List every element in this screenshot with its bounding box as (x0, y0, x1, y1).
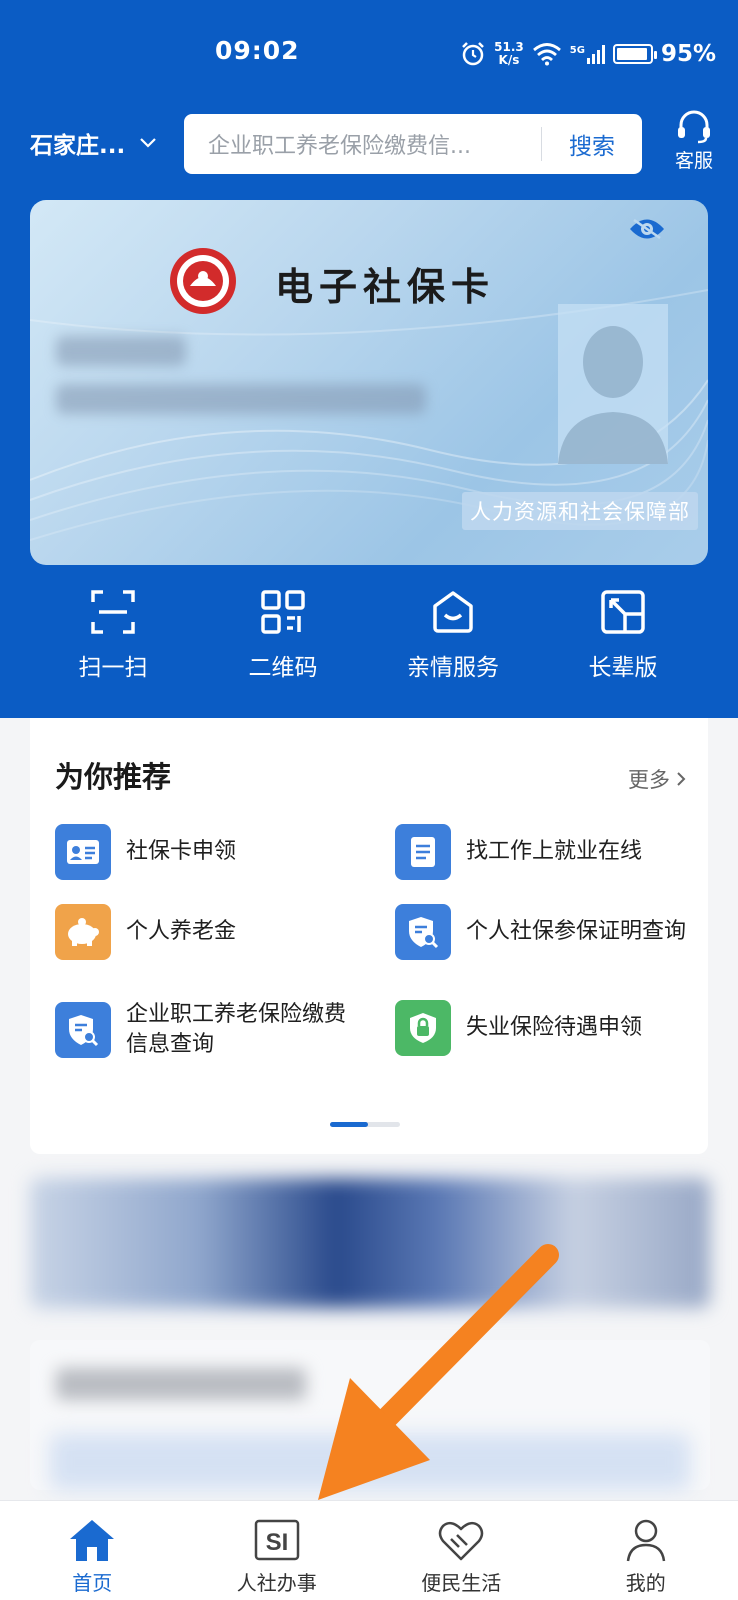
status-bar: 09:02 51.3 K/s 5G 95% (0, 0, 738, 100)
recommend-item-label: 企业职工养老保险缴费信息查询 (126, 1002, 347, 1057)
search-bar[interactable]: 企业职工养老保险缴费信... 搜索 (184, 114, 642, 174)
scan-icon (91, 590, 135, 634)
net-speed: 51.3 K/s (494, 41, 524, 67)
eye-icon[interactable] (628, 216, 666, 242)
promo-banner[interactable] (30, 1178, 710, 1308)
quick-action-scan[interactable]: 扫一扫 (28, 588, 198, 698)
tab-home[interactable]: 首页 (0, 1501, 185, 1600)
quick-actions: 扫一扫 二维码 亲情服务 长辈版 (0, 588, 738, 698)
status-indicators: 51.3 K/s 5G 95% (460, 36, 716, 72)
news-title-blur (56, 1368, 306, 1400)
quick-action-family-service[interactable]: 亲情服务 (368, 588, 538, 698)
tab-hr-services[interactable]: SI 人社办事 (185, 1501, 370, 1600)
tab-mine[interactable]: 我的 (554, 1501, 738, 1600)
recommend-more-link[interactable]: 更多 (628, 764, 686, 794)
quick-action-qrcode[interactable]: 二维码 (198, 588, 368, 698)
bottom-tab-bar: 首页 SI 人社办事 便民生活 我的 (0, 1500, 738, 1600)
home-icon (70, 1520, 115, 1561)
recommend-item[interactable]: 失业保险待遇申领 (395, 1000, 696, 1056)
customer-service-label: 客服 (674, 150, 713, 172)
recommend-item-label: 找工作上就业在线 (466, 839, 643, 864)
status-time: 09:02 (215, 36, 300, 65)
recommend-title: 为你推荐 (55, 760, 172, 794)
battery-icon (612, 44, 657, 64)
chevron-down-icon (140, 138, 156, 148)
recommend-panel: 为你推荐 更多 社保卡申领 找工作上就业在线 个人养老金 个人社保参保证明查询 (30, 718, 708, 1154)
elder-mode-icon (601, 590, 645, 634)
recommend-item[interactable]: 找工作上就业在线 (395, 824, 696, 880)
news-content-blur (50, 1434, 690, 1490)
more-label: 更多 (628, 768, 670, 792)
masked-name (56, 336, 186, 366)
quick-action-elder-mode[interactable]: 长辈版 (538, 588, 708, 698)
alarm-icon (462, 42, 485, 66)
battery-percent: 95% (660, 41, 716, 67)
heart-hands-icon (439, 1521, 484, 1561)
city-selector[interactable]: 石家庄... (30, 126, 157, 160)
card-issuer: 人力资源和社会保障部 (462, 492, 698, 530)
signal-icon: 5G (569, 44, 605, 64)
net-speed-unit: K/s (498, 53, 520, 67)
customer-service-button[interactable]: 客服 (664, 110, 724, 173)
social-security-logo-icon (170, 248, 236, 314)
card-title: 电子社保卡 (275, 264, 496, 309)
avatar-placeholder-icon (558, 326, 668, 464)
search-input[interactable]: 企业职工养老保险缴费信... (184, 128, 541, 160)
quick-action-label: 扫一扫 (78, 655, 148, 681)
id-card-icon (55, 824, 111, 880)
news-section[interactable] (30, 1340, 710, 1490)
card-photo (558, 304, 668, 464)
network-type: 5G (569, 44, 585, 56)
tab-label: 便民生活 (421, 1571, 502, 1595)
wifi-icon (532, 43, 561, 66)
recommend-item[interactable]: 个人养老金 (55, 904, 356, 960)
chevron-right-icon (677, 772, 686, 786)
quick-action-label: 亲情服务 (407, 655, 499, 681)
tab-label: 人社办事 (236, 1571, 317, 1595)
recommend-item[interactable]: 社保卡申领 (55, 824, 356, 880)
document-icon (395, 824, 451, 880)
svg-text:SI: SI (265, 1529, 288, 1556)
shield-search-icon (55, 1002, 111, 1058)
quick-action-label: 二维码 (248, 655, 318, 681)
social-security-card[interactable]: 电子社保卡 人力资源和社会保障部 (30, 200, 708, 565)
masked-card-number (56, 384, 426, 414)
headset-icon (678, 110, 710, 144)
tab-label: 首页 (72, 1571, 113, 1595)
page-indicator (330, 1122, 400, 1127)
shield-search-icon (395, 904, 451, 960)
tab-label: 我的 (625, 1571, 666, 1595)
recommend-item-label: 个人养老金 (126, 919, 237, 944)
recommend-item-label: 个人社保参保证明查询 (466, 919, 687, 944)
user-icon (626, 1519, 665, 1562)
quick-action-label: 长辈版 (588, 655, 658, 681)
si-icon: SI (254, 1519, 299, 1561)
page-indicator-active (330, 1122, 368, 1127)
search-button[interactable]: 搜索 (542, 127, 642, 161)
family-service-icon (433, 591, 473, 633)
lock-shield-icon (395, 1000, 451, 1056)
city-name: 石家庄... (30, 133, 126, 159)
recommend-item-label: 社保卡申领 (126, 839, 237, 864)
piggy-bank-icon (55, 904, 111, 960)
tab-convenience-life[interactable]: 便民生活 (369, 1501, 554, 1600)
recommend-item[interactable]: 个人社保参保证明查询 (395, 904, 696, 960)
recommend-item[interactable]: 企业职工养老保险缴费信息查询 (55, 1000, 356, 1060)
recommend-item-label: 失业保险待遇申领 (466, 1015, 643, 1040)
qrcode-icon (261, 590, 305, 634)
